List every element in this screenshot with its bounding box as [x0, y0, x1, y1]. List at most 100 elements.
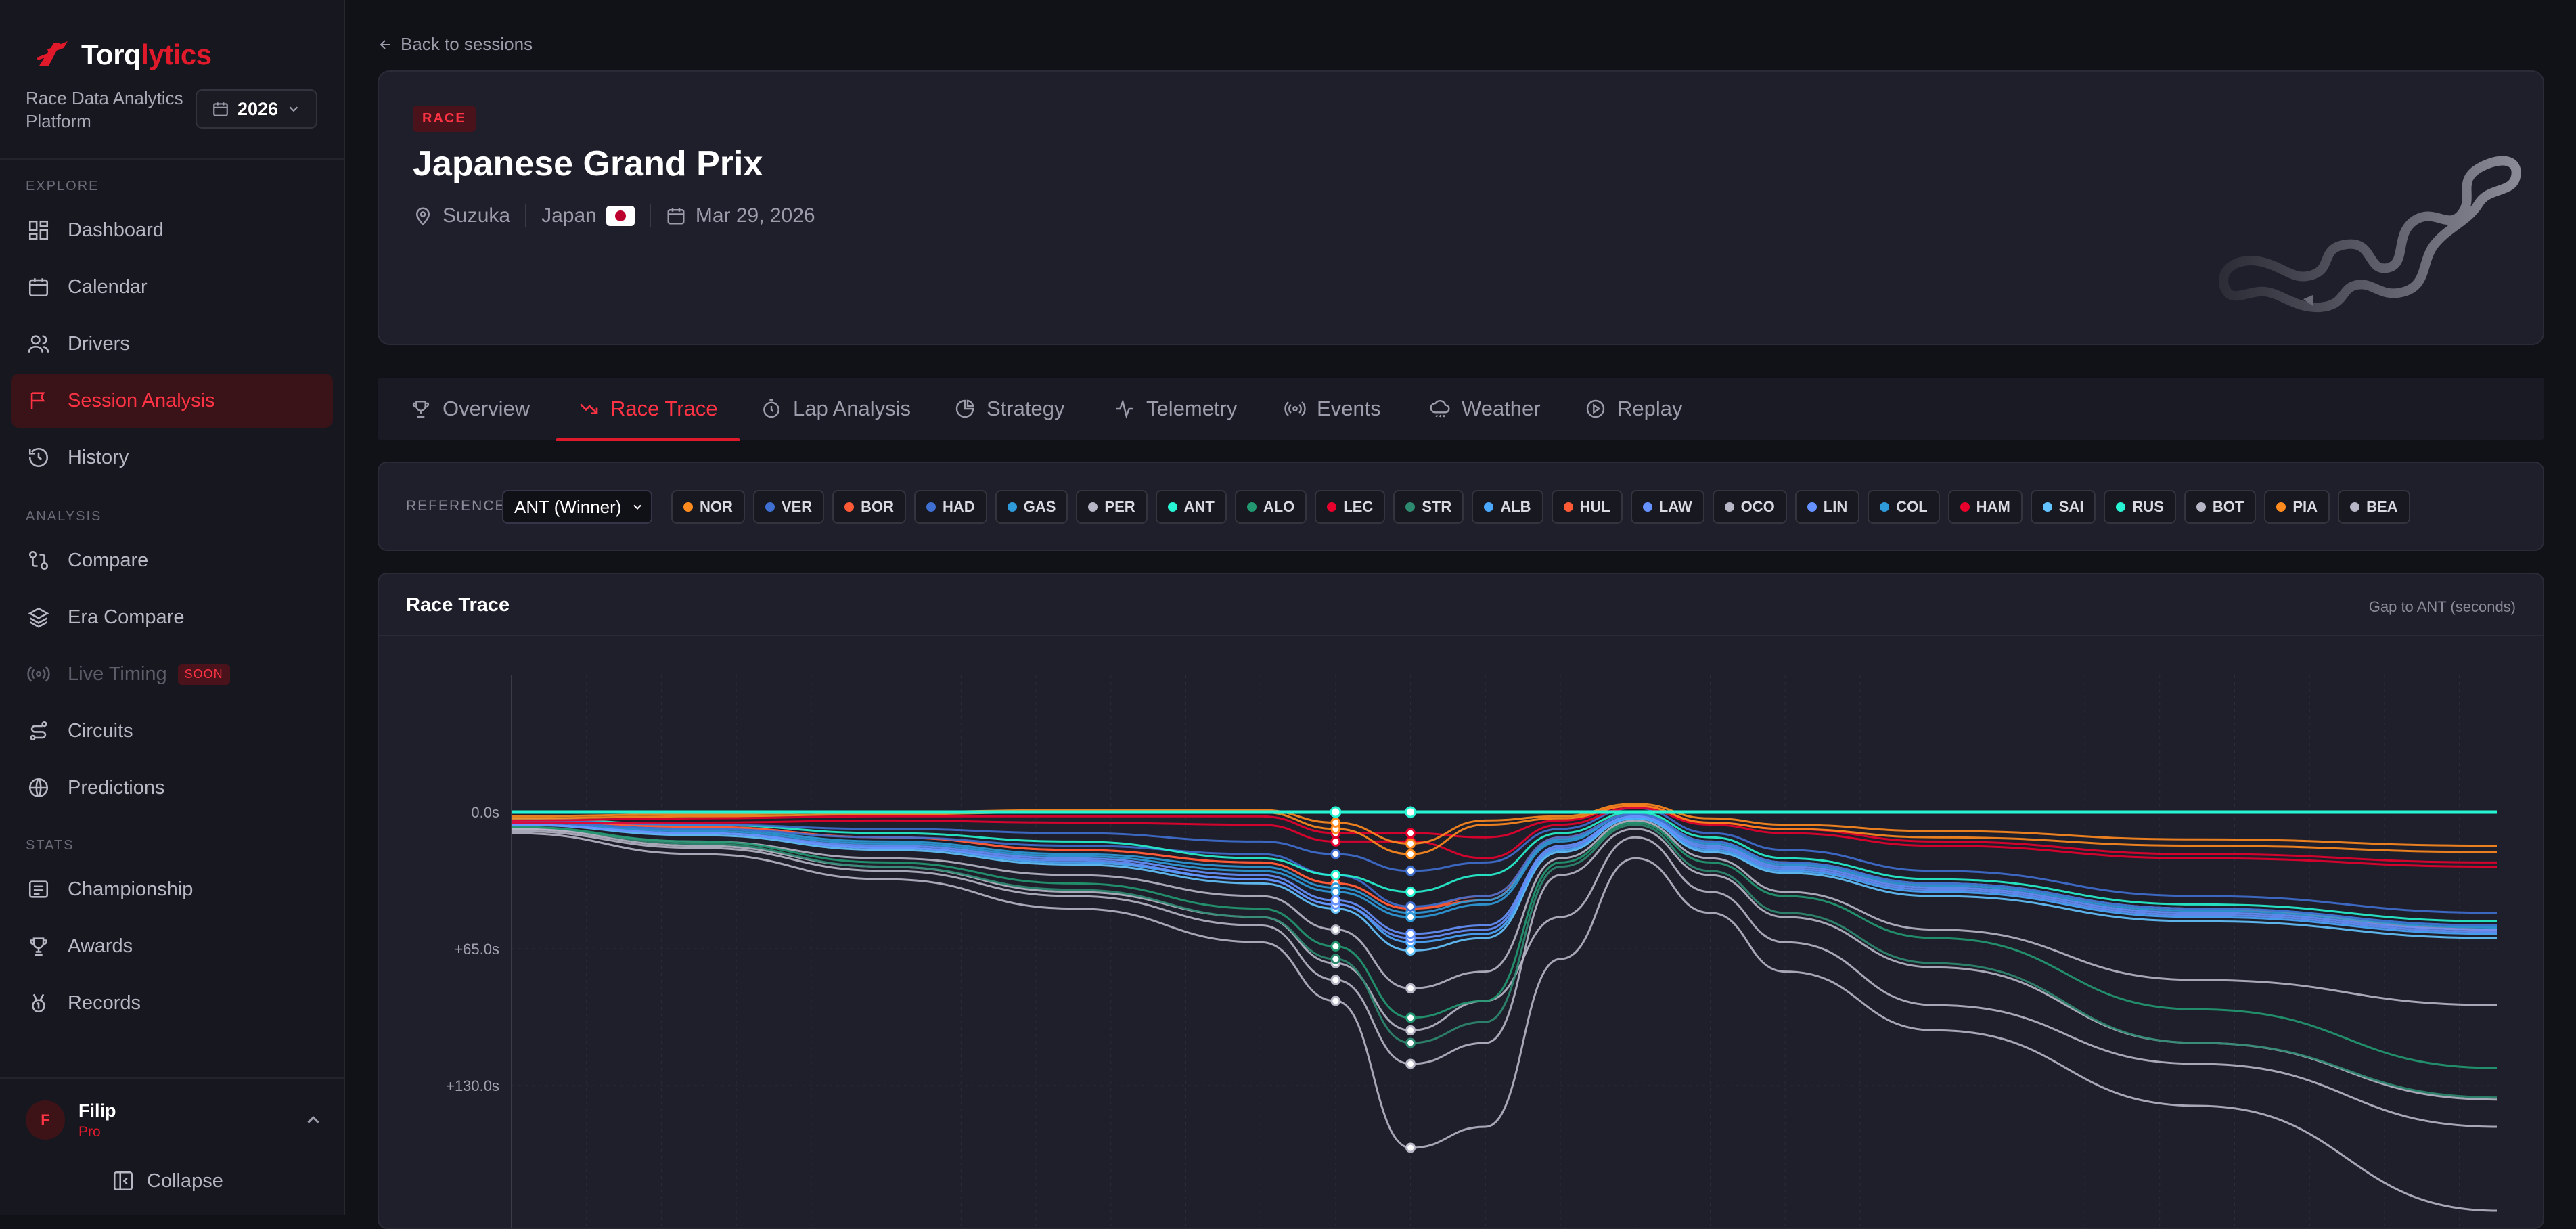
sidebar-item-label: Records [68, 991, 141, 1014]
tab-race-trace[interactable]: Race Trace [556, 378, 739, 441]
driver-code: STR [1422, 498, 1452, 515]
tab-label: Replay [1617, 397, 1683, 420]
tab-telemetry[interactable]: Telemetry [1114, 378, 1237, 440]
tab-lap-analysis[interactable]: Lap Analysis [761, 378, 911, 440]
sidebar-item-dashboard[interactable]: Dashboard [11, 203, 333, 257]
driver-chip-ant[interactable]: ANT [1155, 490, 1227, 524]
trophy-icon [30, 937, 47, 956]
arrow-left-icon [380, 39, 390, 49]
sidebar-item-compare[interactable]: Compare [11, 533, 333, 587]
user-menu[interactable]: F Filip Pro [26, 1096, 323, 1144]
medal-icon [32, 993, 45, 1013]
driver-chip-col[interactable]: COL [1868, 490, 1940, 524]
sidebar-item-calendar[interactable]: Calendar [11, 260, 333, 314]
driver-code: ALO [1263, 498, 1295, 515]
driver-chip-alb[interactable]: ALB [1472, 490, 1543, 524]
y-tick-label: 0.0s [471, 804, 499, 821]
driver-color-dot [765, 502, 775, 512]
session-tabs: Overview Race Trace Lap Analysis Strateg… [378, 378, 2544, 441]
y-tick-label: +65.0s [454, 941, 499, 958]
driver-code: BOR [861, 498, 895, 515]
driver-code: LIN [1823, 498, 1848, 515]
driver-chip-oco[interactable]: OCO [1712, 490, 1787, 524]
driver-code: PIA [2292, 498, 2318, 515]
driver-chip-bor[interactable]: BOR [832, 490, 907, 524]
driver-chip-bot[interactable]: BOT [2184, 490, 2257, 524]
pit-marker-gas [1405, 912, 1416, 922]
driver-code: HUL [1579, 498, 1610, 515]
driver-color-dot [844, 502, 855, 512]
reference-label: REFERENCE [406, 498, 506, 514]
driver-chip-ver[interactable]: VER [752, 490, 825, 524]
collapse-label: Collapse [147, 1169, 223, 1192]
sidebar-item-circuits[interactable]: Circuits [11, 704, 333, 758]
calendar-icon [28, 278, 49, 297]
country-meta: Japan [541, 204, 635, 227]
tab-label: Strategy [987, 397, 1065, 420]
route-icon [30, 721, 47, 741]
driver-chip-per[interactable]: PER [1076, 490, 1148, 524]
compare-icon [28, 550, 49, 571]
driver-color-dot [2116, 502, 2126, 512]
sidebar-item-predictions[interactable]: Predictions [11, 761, 333, 815]
tab-strategy[interactable]: Strategy [954, 378, 1064, 440]
pit-marker-nor [1330, 818, 1341, 828]
pit-marker-law [1330, 895, 1341, 906]
driver-chip-str[interactable]: STR [1393, 490, 1464, 524]
brand[interactable]: Torqlytics [34, 32, 212, 77]
pit-marker-bea [1330, 996, 1341, 1006]
sidebar-item-live-timing: Live Timing SOON [11, 647, 333, 701]
pit-marker-sai [1405, 945, 1416, 956]
sidebar-item-drivers[interactable]: Drivers [11, 317, 333, 371]
driver-color-dot [1167, 502, 1177, 512]
driver-chip-alo[interactable]: ALO [1234, 490, 1307, 524]
tab-replay[interactable]: Replay [1585, 378, 1683, 440]
sidebar-item-session-analysis[interactable]: Session Analysis [11, 374, 333, 428]
tab-overview[interactable]: Overview [410, 378, 530, 440]
y-tick-label: +130.0s [446, 1077, 499, 1094]
sidebar-item-championship[interactable]: Championship [11, 862, 333, 916]
driver-color-dot [1724, 502, 1734, 512]
collapse-button[interactable]: Collapse [112, 1169, 223, 1192]
driver-chip-rus[interactable]: RUS [2104, 490, 2176, 524]
pit-marker-alo [1405, 1012, 1416, 1023]
sidebar-item-era-compare[interactable]: Era Compare [11, 590, 333, 644]
avatar: F [26, 1100, 65, 1140]
pit-marker-bot [1405, 1058, 1416, 1069]
driver-chip-had[interactable]: HAD [914, 490, 987, 524]
year-selector[interactable]: 2026 [196, 89, 317, 129]
sidebar-divider [0, 158, 345, 160]
race-trace-chart[interactable]: 0.0s +65.0s +130.0s [379, 574, 2544, 1229]
pit-marker-rus [1405, 887, 1416, 897]
sidebar-item-records[interactable]: Records [11, 976, 333, 1030]
driver-chip-bea[interactable]: BEA [2338, 490, 2410, 524]
stopwatch-icon [763, 399, 779, 418]
flag-icon [30, 392, 45, 409]
calendar-icon [667, 208, 685, 225]
tab-weather[interactable]: Weather [1429, 378, 1541, 440]
scoreboard-icon [28, 880, 49, 898]
pit-marker-per [1405, 1025, 1416, 1035]
reference-driver-select[interactable]: ANT (Winner) [502, 490, 652, 524]
driver-color-dot [2196, 502, 2206, 512]
back-to-sessions-link[interactable]: Back to sessions [378, 34, 533, 55]
driver-chip-law[interactable]: LAW [1630, 490, 1704, 524]
tab-events[interactable]: Events [1284, 378, 1381, 440]
sidebar-item-label: Era Compare [68, 606, 185, 628]
driver-chip-lin[interactable]: LIN [1794, 490, 1860, 524]
pit-marker-had [1405, 901, 1416, 912]
sidebar-item-label: Calendar [68, 275, 148, 298]
driver-code: PER [1104, 498, 1135, 515]
driver-chip-nor[interactable]: NOR [671, 490, 745, 524]
driver-chip-sai[interactable]: SAI [2030, 490, 2096, 524]
sidebar-item-awards[interactable]: Awards [11, 919, 333, 973]
driver-chip-ham[interactable]: HAM [1947, 490, 2023, 524]
japan-flag-icon [606, 206, 635, 226]
sidebar-item-history[interactable]: History [11, 430, 333, 485]
driver-color-dot [1960, 502, 1970, 512]
driver-chip-gas[interactable]: GAS [995, 490, 1068, 524]
pit-marker-nor [1405, 839, 1416, 849]
driver-chip-pia[interactable]: PIA [2264, 490, 2330, 524]
driver-chip-lec[interactable]: LEC [1315, 490, 1386, 524]
driver-chip-hul[interactable]: HUL [1551, 490, 1623, 524]
